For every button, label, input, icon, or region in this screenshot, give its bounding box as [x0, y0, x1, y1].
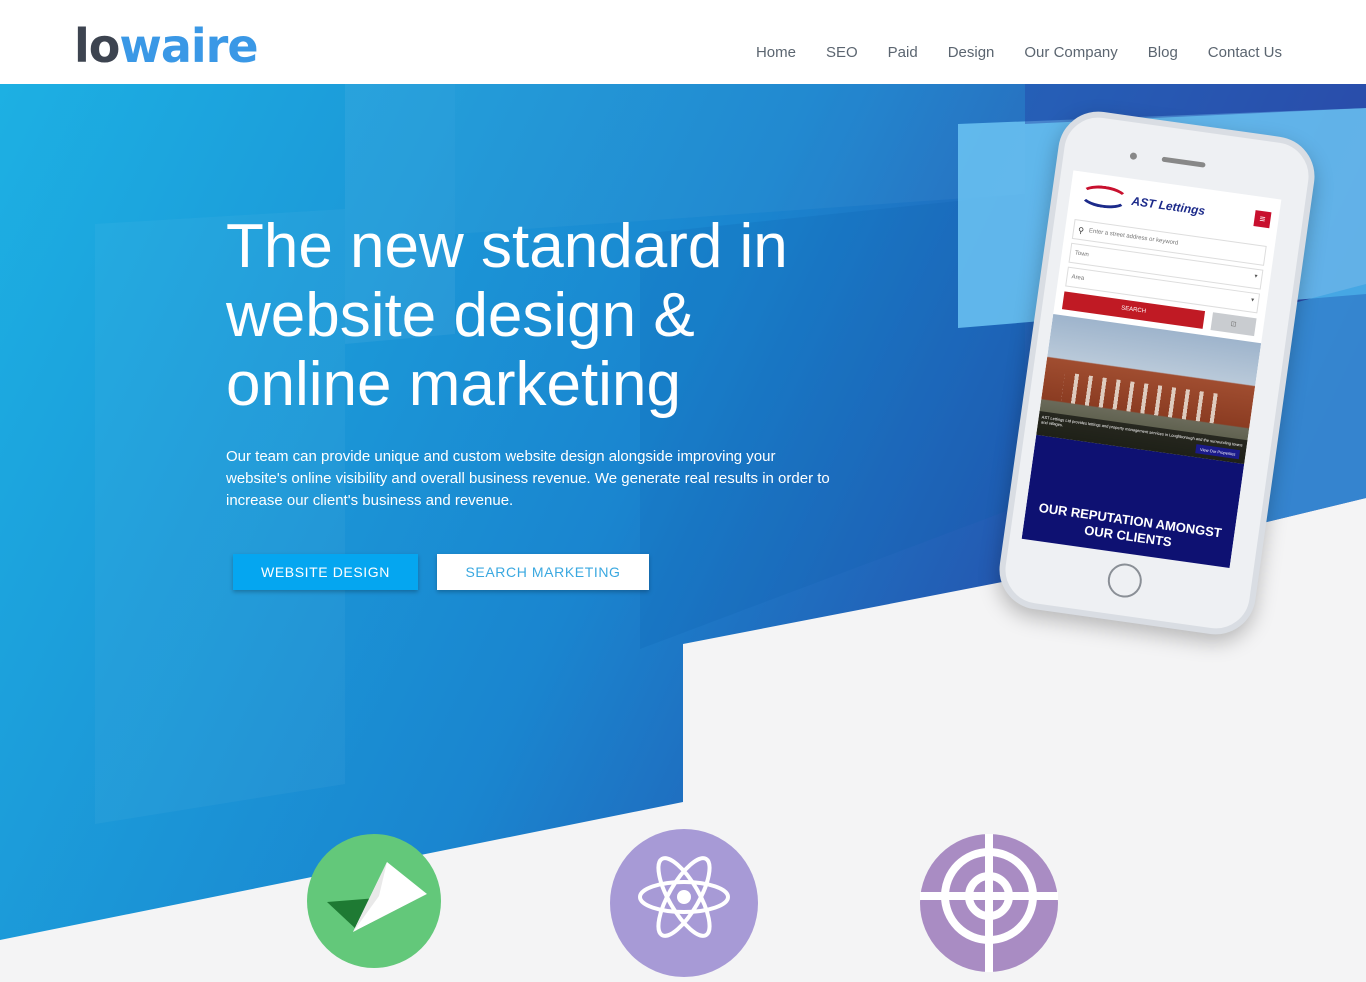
nav-home[interactable]: Home: [756, 44, 796, 61]
nav-blog[interactable]: Blog: [1148, 44, 1178, 61]
nav-our-company[interactable]: Our Company: [1024, 44, 1117, 61]
logo-text-end: waire: [119, 19, 258, 73]
screen-area-label: Area: [1071, 274, 1085, 282]
ast-lettings-logo: AST Lettings: [1078, 182, 1207, 222]
logo-text-start: lo: [74, 19, 120, 73]
phone-camera: [1129, 152, 1138, 161]
nav-design[interactable]: Design: [948, 44, 995, 61]
phone-home-button: [1105, 561, 1145, 600]
hero-section: The new standard in website design & onl…: [0, 84, 1366, 940]
ast-brand-text: AST Lettings: [1130, 193, 1206, 219]
screen-search-placeholder: Enter a street address or keyword: [1088, 228, 1179, 247]
nav-paid[interactable]: Paid: [888, 44, 918, 61]
target-icon: [920, 834, 1058, 972]
lowaire-logo[interactable]: lo waire: [74, 19, 259, 73]
search-marketing-button[interactable]: SEARCH MARKETING: [437, 554, 649, 590]
caret-down-icon: ▾: [1250, 297, 1255, 304]
nav-seo[interactable]: SEO: [826, 44, 858, 61]
hero-lead: Our team can provide unique and custom w…: [226, 448, 830, 509]
website-design-button[interactable]: WEBSITE DESIGN: [233, 554, 418, 590]
hero-headline: The new standard in website design & onl…: [226, 212, 788, 419]
screen-town-label: Town: [1074, 250, 1090, 259]
hamburger-icon: ≡: [1253, 210, 1272, 229]
phone-speaker: [1161, 156, 1206, 168]
atom-icon: [610, 829, 758, 977]
ast-swoosh-icon: [1078, 182, 1130, 212]
map-icon: ⊡: [1210, 312, 1257, 337]
main-nav: Home SEO Paid Design Our Company Blog Co…: [756, 44, 1282, 61]
site-header: lo waire Home SEO Paid Design Our Compan…: [0, 0, 1366, 84]
building-windows: [1061, 372, 1224, 425]
caret-down-icon: ▾: [1253, 273, 1258, 281]
phone-screen: AST Lettings ≡ ⚲ Enter a street address …: [1021, 170, 1282, 568]
paper-plane-icon: [307, 834, 441, 968]
nav-contact-us[interactable]: Contact Us: [1208, 44, 1282, 61]
magnifier-icon: ⚲: [1077, 225, 1085, 235]
